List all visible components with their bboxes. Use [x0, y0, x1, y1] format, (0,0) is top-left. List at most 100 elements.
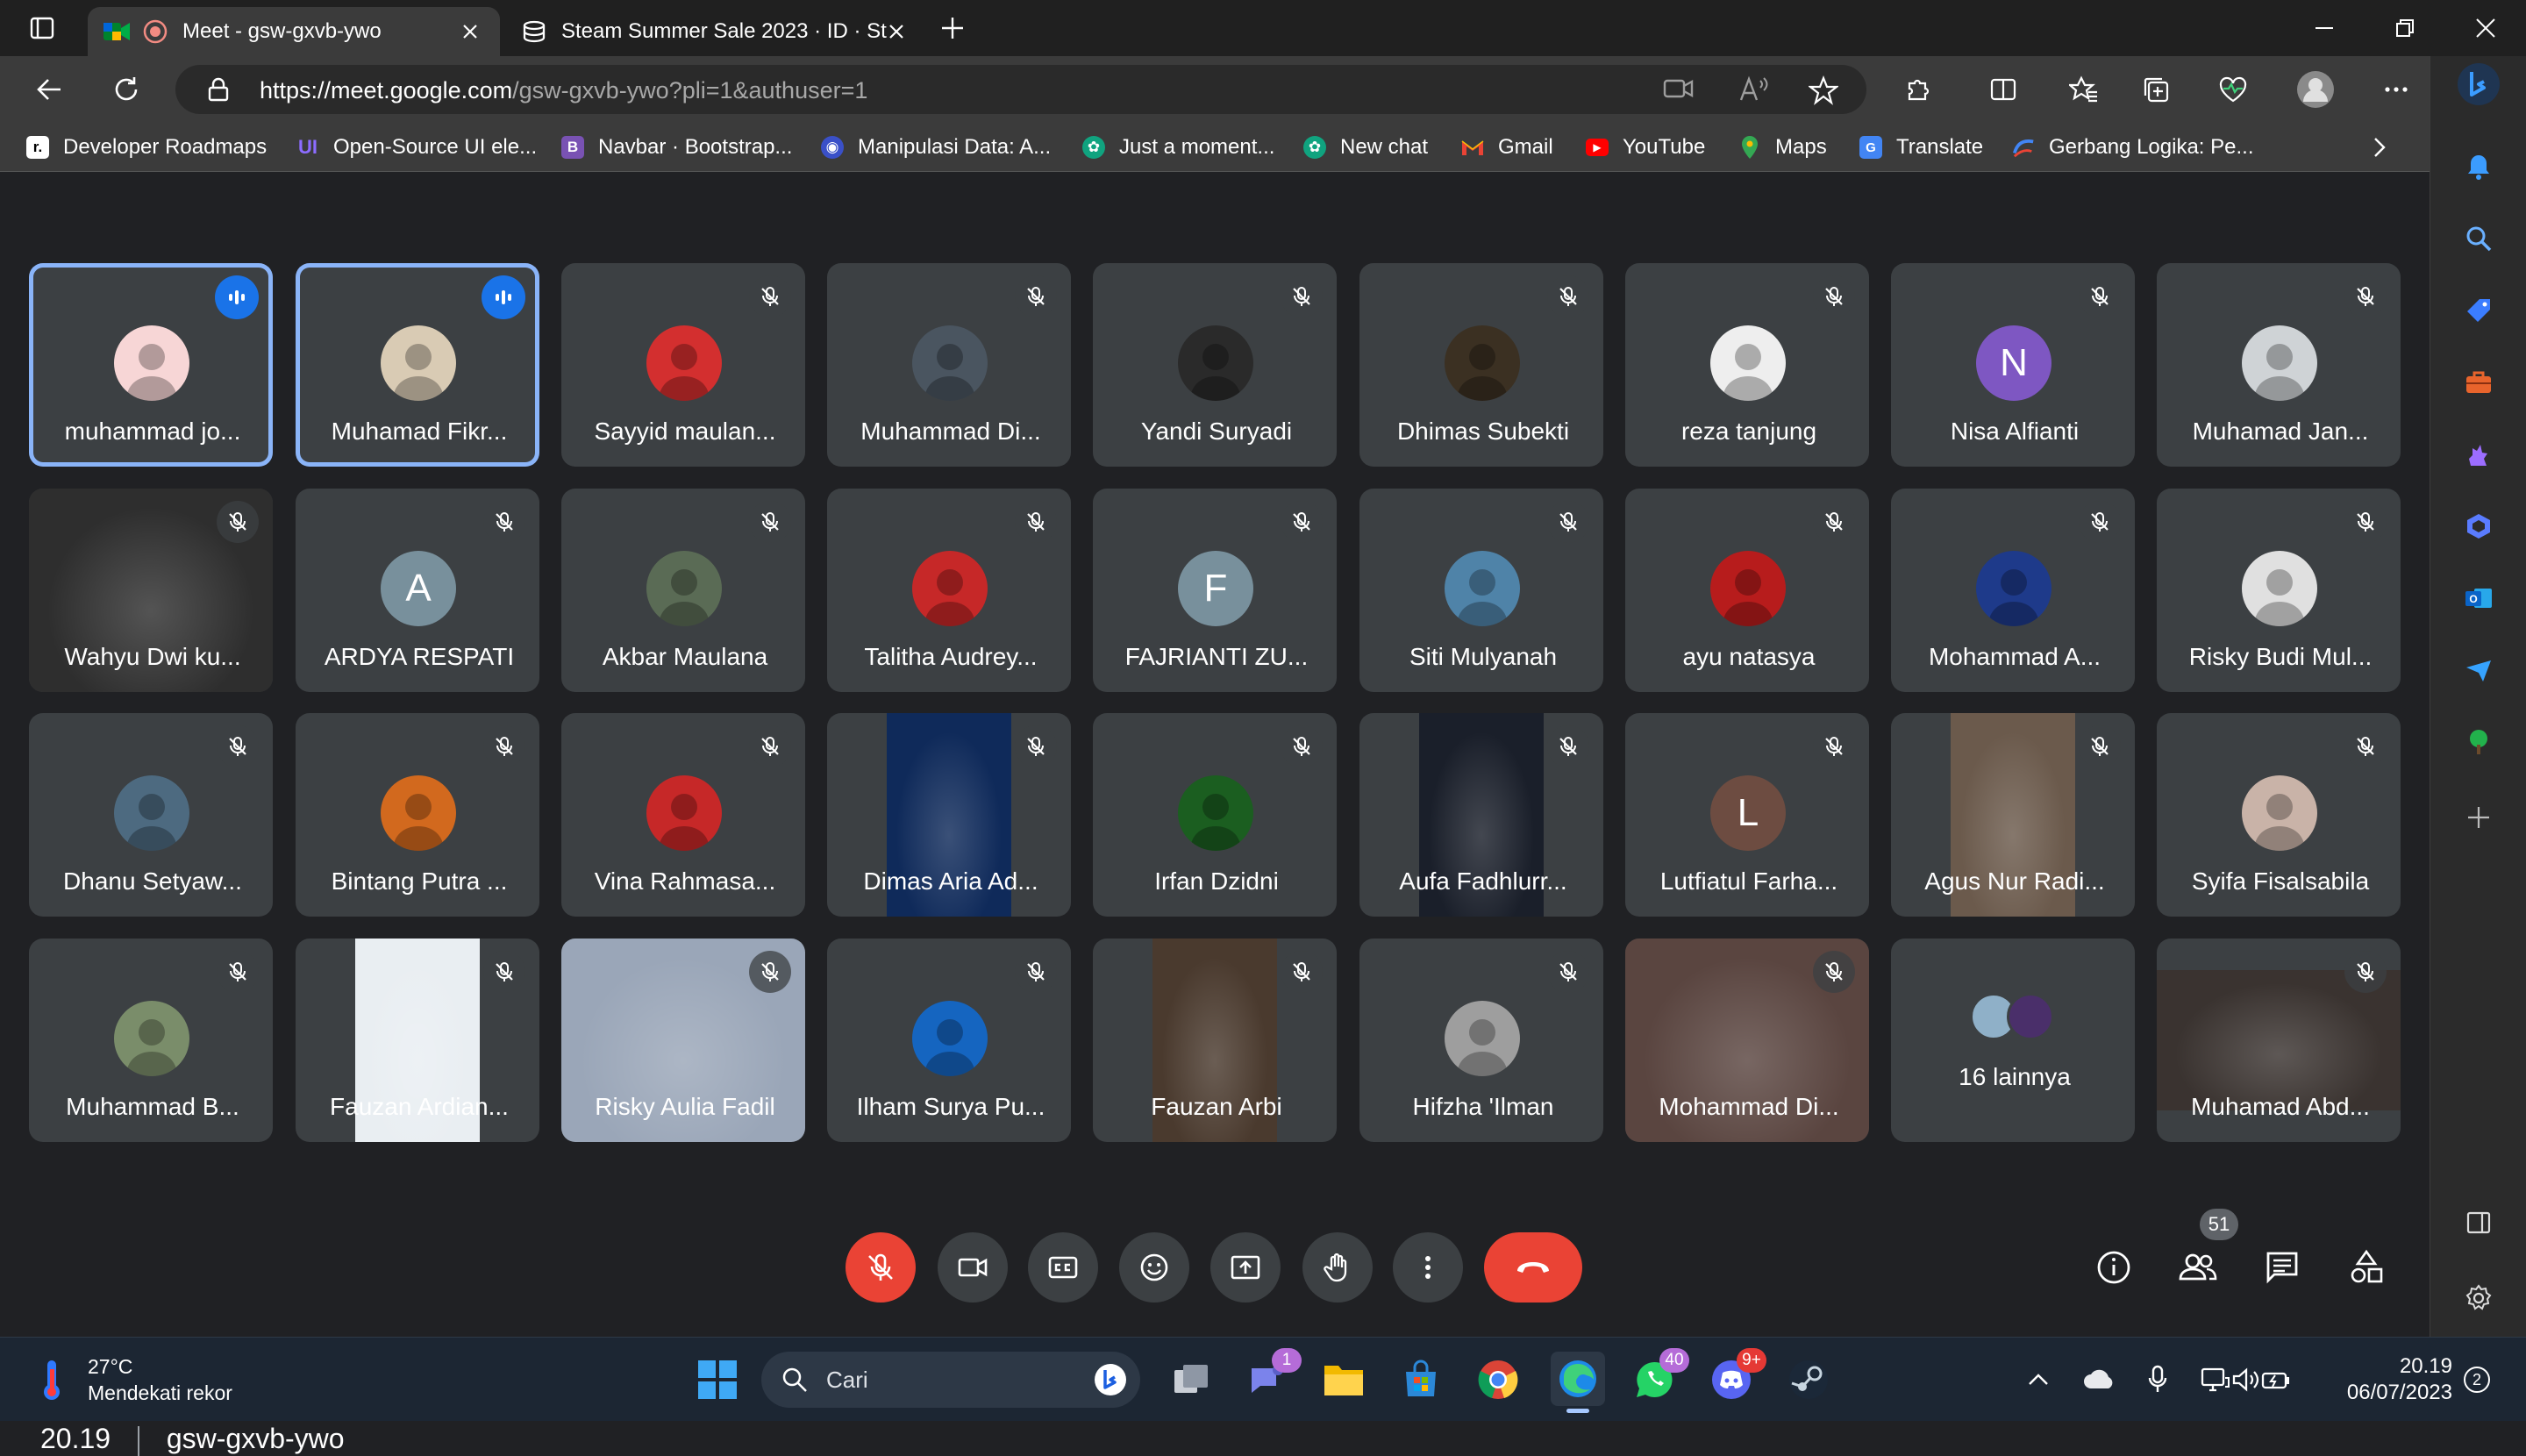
bing-chat-icon[interactable]	[2454, 60, 2503, 109]
tab-meet[interactable]: Meet - gsw-gxvb-ywo	[88, 7, 500, 56]
participant-tile[interactable]: Muhamad Jan...	[2157, 263, 2401, 467]
meeting-details-button[interactable]	[2087, 1241, 2140, 1294]
microsoft-365-icon[interactable]	[2454, 502, 2503, 551]
participant-tile[interactable]: 16 lainnya	[1891, 939, 2135, 1142]
participant-tile[interactable]: ayu natasya	[1625, 489, 1869, 692]
search-icon[interactable]	[2454, 214, 2503, 263]
restore-icon[interactable]	[2365, 0, 2445, 56]
participant-tile[interactable]: reza tanjung	[1625, 263, 1869, 467]
participant-tile[interactable]: Talitha Audrey...	[827, 489, 1071, 692]
system-clock[interactable]: 20.19 06/07/2023	[2312, 1353, 2452, 1406]
taskbar-search[interactable]: Cari	[761, 1352, 1140, 1408]
participant-tile[interactable]: Syifa Fisalsabila	[2157, 713, 2401, 917]
participant-tile[interactable]: Fauzan Ardian...	[296, 939, 539, 1142]
steam-button[interactable]	[1784, 1355, 1833, 1404]
bookmark-item[interactable]: Gmail	[1461, 130, 1553, 165]
participant-tile[interactable]: Yandi Suryadi	[1093, 263, 1337, 467]
close-tab-icon[interactable]	[882, 18, 910, 46]
collections-icon[interactable]	[2131, 65, 2180, 114]
participant-tile[interactable]: Dhanu Setyaw...	[29, 713, 273, 917]
participant-tile[interactable]: Sayyid maulan...	[561, 263, 805, 467]
participant-tile[interactable]: Muhamad Abd...	[2157, 939, 2401, 1142]
close-tab-icon[interactable]	[456, 18, 484, 46]
activities-button[interactable]	[2340, 1241, 2393, 1294]
new-tab-icon[interactable]	[928, 4, 977, 53]
onedrive-button[interactable]	[2080, 1355, 2119, 1404]
reactions-button[interactable]	[1119, 1232, 1189, 1303]
favorites-icon[interactable]	[2059, 65, 2109, 114]
participant-tile[interactable]: muhammad jo...	[29, 263, 273, 467]
favorite-star-icon[interactable]	[1809, 75, 1838, 105]
show-hidden-icons-button[interactable]	[2021, 1355, 2056, 1404]
bookmark-item[interactable]: UI Open-Source UI ele...	[296, 130, 537, 165]
outlook-icon[interactable]: O	[2454, 574, 2503, 623]
participant-tile[interactable]: Dimas Aria Ad...	[827, 713, 1071, 917]
settings-gear-icon[interactable]	[2454, 1274, 2503, 1323]
bookmark-item[interactable]: B Navbar · Bootstrap...	[561, 130, 792, 165]
chrome-button[interactable]	[1474, 1355, 1523, 1404]
close-window-icon[interactable]	[2445, 0, 2526, 56]
participant-tile[interactable]: Mohammad Di...	[1625, 939, 1869, 1142]
participant-tile[interactable]: Muhammad B...	[29, 939, 273, 1142]
read-aloud-icon[interactable]	[1738, 75, 1770, 103]
camera-in-use-icon[interactable]	[1663, 75, 1695, 102]
participant-tile[interactable]: N Nisa Alfianti	[1891, 263, 2135, 467]
shopping-tag-icon[interactable]	[2454, 286, 2503, 335]
more-menu-icon[interactable]	[2372, 65, 2421, 114]
profile-avatar[interactable]	[2291, 65, 2340, 114]
file-explorer-button[interactable]	[1319, 1355, 1368, 1404]
participant-tile[interactable]: Dhimas Subekti	[1359, 263, 1603, 467]
participant-tile[interactable]: Irfan Dzidni	[1093, 713, 1337, 917]
add-sidebar-app-icon[interactable]	[2454, 793, 2503, 842]
bookmark-item[interactable]: ▶ YouTube	[1586, 130, 1705, 165]
url-text[interactable]: https://meet.google.com/gsw-gxvb-ywo?pli…	[260, 77, 867, 104]
participant-tile[interactable]: Siti Mulyanah	[1359, 489, 1603, 692]
bookmark-item[interactable]: Gerbang Logika: Pe...	[2012, 130, 2253, 165]
bookmark-item[interactable]: ✿ Just a moment...	[1082, 130, 1274, 165]
bookmark-item[interactable]: G Translate	[1859, 130, 1983, 165]
participant-tile[interactable]: Muhammad Di...	[827, 263, 1071, 467]
start-button[interactable]	[693, 1355, 742, 1404]
address-bar[interactable]: https://meet.google.com/gsw-gxvb-ywo?pli…	[175, 65, 1866, 114]
tools-briefcase-icon[interactable]	[2454, 358, 2503, 407]
meeting-code[interactable]: gsw-gxvb-ywo	[167, 1423, 345, 1454]
refresh-icon[interactable]	[102, 65, 151, 114]
notification-center-button[interactable]: 2	[2459, 1355, 2494, 1404]
participant-tile[interactable]: Aufa Fadhlurr...	[1359, 713, 1603, 917]
more-options-button[interactable]	[1393, 1232, 1463, 1303]
captions-button[interactable]	[1028, 1232, 1098, 1303]
participant-tile[interactable]: Wahyu Dwi ku...	[29, 489, 273, 692]
participant-tile[interactable]: Ilham Surya Pu...	[827, 939, 1071, 1142]
camera-button[interactable]	[938, 1232, 1008, 1303]
bookmark-item[interactable]: ◉ Manipulasi Data: A...	[821, 130, 1051, 165]
browser-essentials-icon[interactable]	[2208, 65, 2258, 114]
lock-icon[interactable]	[207, 77, 230, 102]
hide-sidebar-icon[interactable]	[2454, 1198, 2503, 1247]
participant-tile[interactable]: Vina Rahmasa...	[561, 713, 805, 917]
leave-call-button[interactable]	[1484, 1232, 1582, 1303]
microphone-in-use-button[interactable]	[2140, 1355, 2175, 1404]
teams-chat-button[interactable]: 1	[1242, 1348, 1302, 1404]
bookmark-item[interactable]: Maps	[1738, 130, 1827, 165]
participant-tile[interactable]: Bintang Putra ...	[296, 713, 539, 917]
extensions-icon[interactable]	[1893, 65, 1942, 114]
participant-tile[interactable]: L Lutfiatul Farha...	[1625, 713, 1869, 917]
quick-settings-button[interactable]	[2193, 1355, 2298, 1404]
drop-send-icon[interactable]	[2454, 646, 2503, 695]
tab-actions-icon[interactable]	[18, 4, 67, 53]
discord-button[interactable]: 9+	[1707, 1348, 1766, 1404]
notifications-bell-icon[interactable]	[2454, 142, 2503, 191]
back-icon[interactable]	[25, 65, 74, 114]
games-icon[interactable]	[2454, 430, 2503, 479]
participant-tile[interactable]: F FAJRIANTI ZU...	[1093, 489, 1337, 692]
bookmark-item[interactable]: r. Developer Roadmaps	[26, 130, 267, 165]
bookmark-item[interactable]: ✿ New chat	[1303, 130, 1428, 165]
microsoft-store-button[interactable]	[1396, 1355, 1445, 1404]
present-screen-button[interactable]	[1210, 1232, 1281, 1303]
minimize-icon[interactable]	[2284, 0, 2365, 56]
task-view-button[interactable]	[1167, 1355, 1216, 1404]
tab-steam[interactable]: Steam Summer Sale 2023 · ID · St	[505, 7, 926, 56]
split-screen-icon[interactable]	[1979, 65, 2028, 114]
participant-tile[interactable]: Risky Aulia Fadil	[561, 939, 805, 1142]
participant-tile[interactable]: A ARDYA RESPATI	[296, 489, 539, 692]
